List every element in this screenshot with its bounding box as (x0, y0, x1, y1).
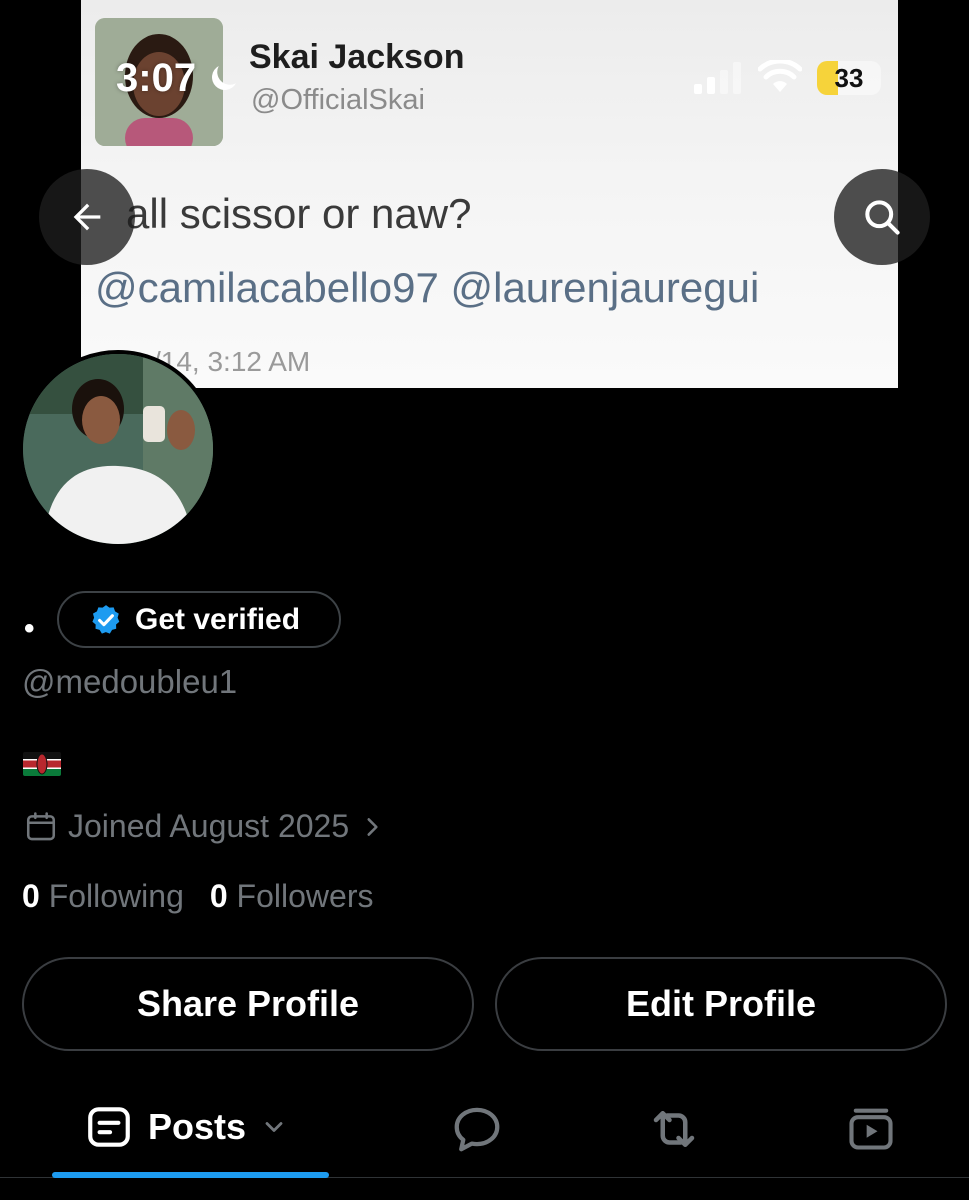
joined-date-link[interactable]: Joined August 2025 (24, 808, 385, 845)
battery-indicator: 33 (817, 61, 881, 95)
reply-bubble-icon (454, 1107, 500, 1152)
banner-tweet-text: all scissor or naw? (126, 190, 472, 237)
repost-icon (653, 1111, 695, 1147)
get-verified-label: Get verified (135, 602, 301, 636)
follow-stats: 0 Following 0 Followers (22, 878, 373, 915)
profile-avatar[interactable] (19, 350, 217, 548)
battery-level: 33 (834, 63, 864, 93)
profile-handle: @medoubleu1 (22, 663, 238, 700)
following-count: 0 (22, 878, 40, 914)
joined-date-text: Joined August 2025 (68, 808, 350, 844)
get-verified-button[interactable]: Get verified (57, 591, 341, 648)
tab-posts[interactable]: Posts (84, 1102, 288, 1152)
followers-count: 0 (209, 878, 228, 914)
media-play-icon (849, 1108, 893, 1150)
following-link[interactable]: 0 Following (22, 878, 184, 915)
chevron-right-icon (367, 817, 378, 836)
posts-icon (88, 1107, 130, 1147)
calendar-icon (26, 811, 56, 840)
verified-badge-icon (92, 604, 120, 634)
tab-replies[interactable] (450, 1102, 504, 1156)
share-profile-button[interactable]: Share Profile (22, 957, 474, 1051)
banner-tweet-handle: @OfficialSkai (251, 84, 425, 116)
search-icon (865, 200, 900, 235)
status-time: 3:07 (116, 56, 197, 100)
tab-reposts[interactable] (645, 1102, 703, 1156)
display-name: • (24, 612, 35, 645)
banner-tweet-mentions: @camilacabello97 @laurenjauregui (95, 264, 760, 311)
search-button[interactable] (834, 169, 930, 265)
moon-icon (212, 66, 236, 90)
profile-banner[interactable]: Skai Jackson @OfficialSkai all scissor o… (81, 0, 898, 388)
banner-tweet-name: Skai Jackson (249, 38, 465, 76)
tab-posts-label: Posts (148, 1106, 247, 1147)
wifi-icon (758, 60, 802, 92)
kenya-flag-icon (23, 752, 61, 776)
following-label: Following (48, 878, 184, 914)
followers-label: Followers (236, 878, 374, 914)
profile-tabs: Posts (0, 1090, 969, 1178)
edit-profile-button[interactable]: Edit Profile (495, 957, 947, 1051)
active-tab-indicator (52, 1172, 329, 1178)
followers-link[interactable]: 0 Followers (210, 878, 374, 915)
chevron-down-icon (265, 1122, 283, 1132)
tab-media[interactable] (845, 1102, 897, 1154)
cellular-signal-icon (694, 62, 741, 94)
back-button[interactable] (39, 169, 135, 265)
arrow-left-icon (73, 203, 101, 231)
